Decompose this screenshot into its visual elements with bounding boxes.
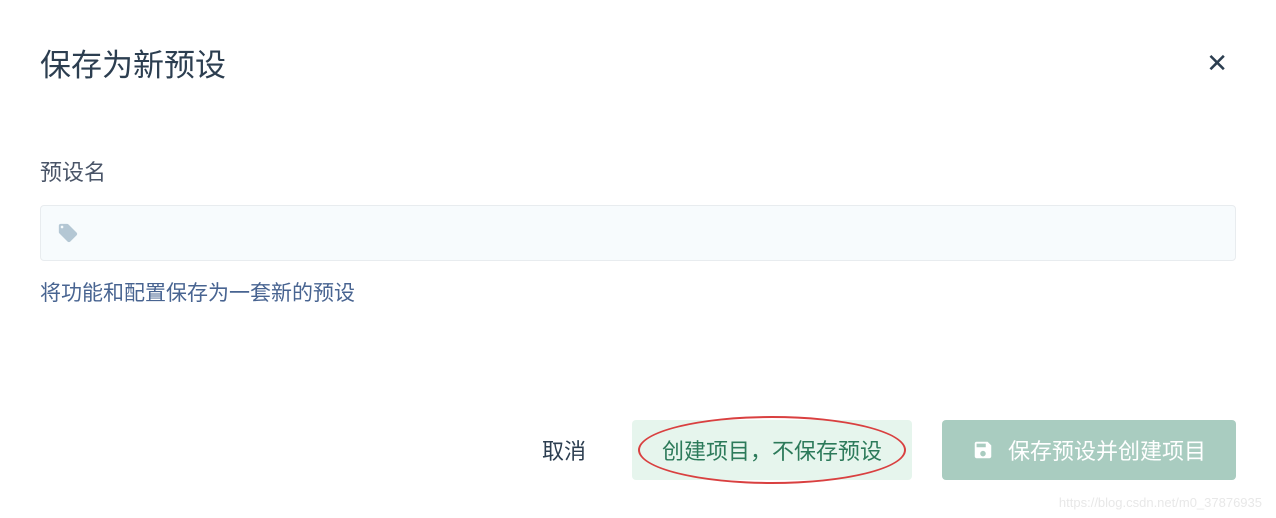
close-icon: ✕ [1206, 48, 1228, 78]
save-preset-create-project-button[interactable]: 保存预设并创建项目 [942, 420, 1236, 480]
preset-name-section: 预设名 将功能和配置保存为一套新的预设 [40, 155, 1236, 307]
close-button[interactable]: ✕ [1198, 46, 1236, 80]
preset-name-hint: 将功能和配置保存为一套新的预设 [40, 277, 1236, 307]
save-preset-dialog: 保存为新预设 ✕ 预设名 将功能和配置保存为一套新的预设 [0, 0, 1276, 307]
dialog-footer: 取消 创建项目，不保存预设 保存预设并创建项目 [526, 420, 1236, 480]
create-project-label: 创建项目，不保存预设 [662, 434, 882, 466]
save-preset-label: 保存预设并创建项目 [1008, 434, 1206, 466]
cancel-button[interactable]: 取消 [526, 422, 602, 478]
create-project-no-save-button[interactable]: 创建项目，不保存预设 [632, 420, 912, 480]
dialog-title: 保存为新预设 [40, 40, 226, 85]
tag-icon [57, 222, 79, 244]
preset-name-label: 预设名 [40, 155, 1236, 187]
preset-name-input[interactable] [91, 206, 1219, 260]
watermark-text: https://blog.csdn.net/m0_37876935 [1059, 495, 1262, 510]
preset-name-input-wrapper[interactable] [40, 205, 1236, 261]
dialog-header: 保存为新预设 ✕ [40, 40, 1236, 85]
save-icon [972, 439, 994, 461]
